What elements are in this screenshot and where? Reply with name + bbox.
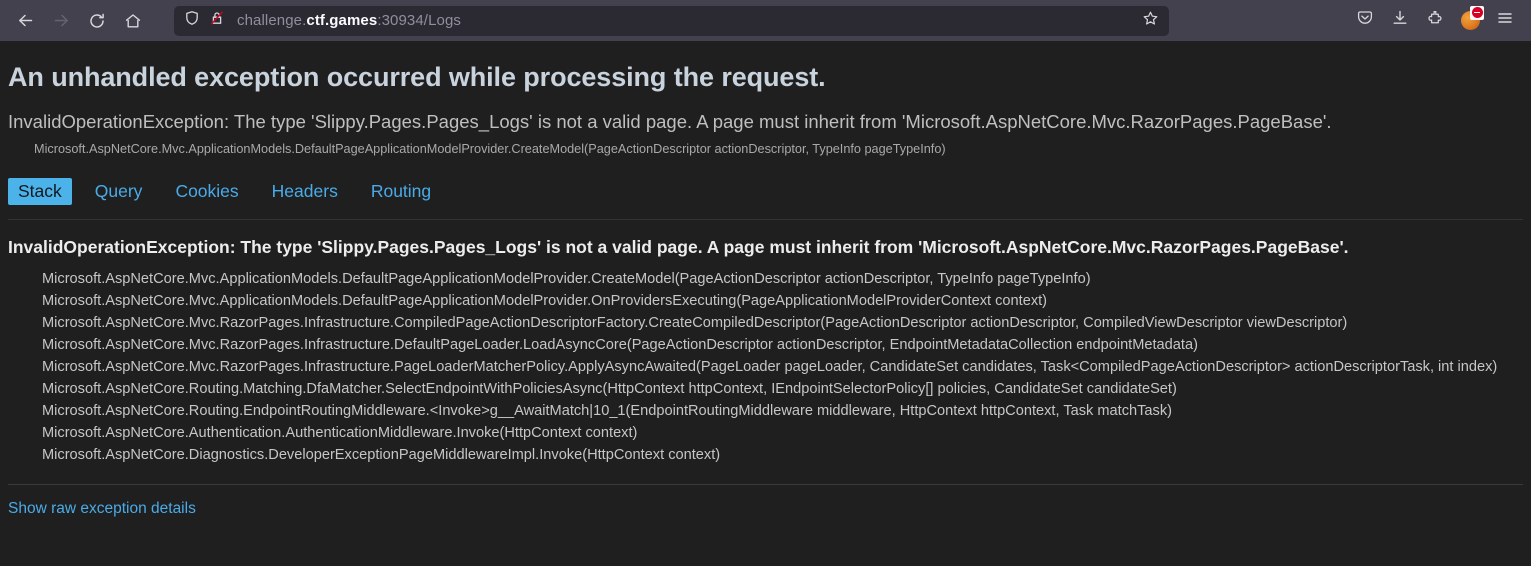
blocked-badge-icon: [1470, 5, 1484, 20]
show-raw-exception-details-link[interactable]: Show raw exception details: [8, 500, 196, 518]
back-button[interactable]: [8, 5, 42, 37]
section-divider: [8, 484, 1523, 485]
extensions-button[interactable]: [1419, 5, 1451, 37]
stack-frame: Microsoft.AspNetCore.Mvc.RazorPages.Infr…: [42, 359, 1498, 375]
stack-frame: Microsoft.AspNetCore.Authentication.Auth…: [42, 425, 638, 441]
stack-frame: Microsoft.AspNetCore.Mvc.ApplicationMode…: [42, 271, 1091, 287]
exception-summary: InvalidOperationException: The type 'Sli…: [8, 111, 1332, 132]
download-icon: [1391, 9, 1409, 32]
tab-routing[interactable]: Routing: [361, 178, 441, 205]
exception-summary-frame: Microsoft.AspNetCore.Mvc.ApplicationMode…: [34, 142, 946, 156]
stack-exception-heading: InvalidOperationException: The type 'Sli…: [8, 237, 1349, 257]
stack-trace-list: Microsoft.AspNetCore.Mvc.ApplicationMode…: [8, 268, 1523, 466]
stack-frame: Microsoft.AspNetCore.Mvc.RazorPages.Infr…: [42, 337, 1198, 353]
detail-tabs: Stack Query Cookies Headers Routing: [8, 178, 1523, 220]
url-prefix: challenge.: [237, 12, 307, 29]
reload-button[interactable]: [80, 5, 114, 37]
downloads-button[interactable]: [1384, 5, 1416, 37]
stack-frame: Microsoft.AspNetCore.Mvc.ApplicationMode…: [42, 293, 1048, 309]
tab-stack[interactable]: Stack: [8, 178, 72, 205]
toolbar-right-buttons: [1349, 5, 1523, 37]
insecure-lock-icon[interactable]: [209, 10, 225, 31]
home-button[interactable]: [116, 5, 150, 37]
stack-frame: Microsoft.AspNetCore.Routing.Matching.Df…: [42, 381, 1177, 397]
tab-query[interactable]: Query: [85, 178, 153, 205]
ublock-origin-button[interactable]: [1454, 5, 1486, 37]
forward-button[interactable]: [44, 5, 78, 37]
url-suffix: :30934/Logs: [377, 12, 462, 29]
back-arrow-icon: [16, 11, 35, 30]
url-host: ctf.games: [306, 12, 378, 29]
bookmark-button[interactable]: [1137, 8, 1163, 34]
exception-page: An unhandled exception occurred while pr…: [0, 62, 1531, 566]
url-text[interactable]: challenge.ctf.games:30934/Logs: [237, 12, 461, 29]
pocket-button[interactable]: [1349, 5, 1381, 37]
site-identity: [184, 10, 225, 31]
tab-cookies[interactable]: Cookies: [165, 178, 248, 205]
page-title: An unhandled exception occurred while pr…: [8, 62, 826, 92]
star-icon: [1142, 10, 1159, 32]
address-bar-container: challenge.ctf.games:30934/Logs: [174, 5, 1169, 36]
tab-headers[interactable]: Headers: [262, 178, 348, 205]
stack-frame: Microsoft.AspNetCore.Routing.EndpointRou…: [42, 403, 1172, 419]
stack-frame: Microsoft.AspNetCore.Mvc.RazorPages.Infr…: [42, 315, 1348, 331]
forward-arrow-icon: [52, 11, 71, 30]
home-icon: [124, 12, 142, 30]
pocket-icon: [1356, 9, 1374, 32]
stack-frame: Microsoft.AspNetCore.Diagnostics.Develop…: [42, 447, 721, 463]
puzzle-piece-icon: [1426, 9, 1444, 32]
navigation-buttons: [8, 5, 150, 37]
address-bar[interactable]: challenge.ctf.games:30934/Logs: [174, 5, 1169, 36]
hamburger-menu-icon: [1496, 9, 1514, 32]
app-menu-button[interactable]: [1489, 5, 1521, 37]
shield-icon[interactable]: [184, 10, 200, 31]
browser-toolbar: challenge.ctf.games:30934/Logs: [0, 0, 1531, 41]
reload-icon: [88, 12, 106, 30]
